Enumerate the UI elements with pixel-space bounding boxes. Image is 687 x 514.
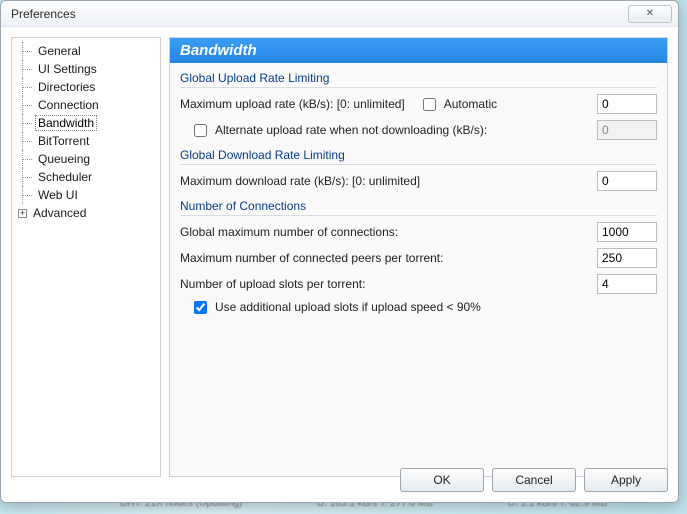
- nav-item-bandwidth[interactable]: Bandwidth: [12, 114, 160, 132]
- dialog-buttons: OK Cancel Apply: [400, 468, 668, 492]
- nav-item-scheduler[interactable]: Scheduler: [12, 168, 160, 186]
- alt-upload-input: [597, 120, 657, 140]
- nav-label: BitTorrent: [36, 134, 91, 148]
- alt-upload-checkbox[interactable]: [194, 124, 207, 137]
- nav-item-connection[interactable]: Connection: [12, 96, 160, 114]
- max-download-label: Maximum download rate (kB/s): [0: unlimi…: [180, 174, 420, 188]
- nav-label: Advanced: [31, 206, 88, 220]
- alt-upload-text: Alternate upload rate when not downloadi…: [215, 123, 487, 137]
- dialog-body: General UI Settings Directories Connecti…: [1, 27, 678, 502]
- extra-slots-checkbox[interactable]: [194, 301, 207, 314]
- group-title-download: Global Download Rate Limiting: [180, 148, 657, 165]
- preferences-dialog: Preferences ✕ General UI Settings Direct…: [0, 0, 679, 503]
- nav-label: Queueing: [36, 152, 92, 166]
- group-title-connections: Number of Connections: [180, 199, 657, 216]
- ok-button[interactable]: OK: [400, 468, 484, 492]
- window-title: Preferences: [11, 7, 76, 21]
- upload-slots-input[interactable]: [597, 274, 657, 294]
- apply-label: Apply: [611, 473, 641, 487]
- max-upload-input[interactable]: [597, 94, 657, 114]
- tree-branch-icon: [18, 186, 36, 204]
- tree-branch-icon: [18, 150, 36, 168]
- nav-item-advanced[interactable]: + Advanced: [12, 204, 160, 222]
- apply-button[interactable]: Apply: [584, 468, 668, 492]
- tree-branch-icon: [18, 78, 36, 96]
- nav-label: General: [36, 44, 83, 58]
- extra-slots-text: Use additional upload slots if upload sp…: [215, 300, 481, 314]
- automatic-checkbox[interactable]: [423, 98, 436, 111]
- tree-branch-icon: [18, 60, 36, 78]
- close-icon: ✕: [646, 8, 654, 19]
- nav-item-bittorrent[interactable]: BitTorrent: [12, 132, 160, 150]
- group-download: Global Download Rate Limiting Maximum do…: [180, 148, 657, 191]
- peers-per-torrent-label: Maximum number of connected peers per to…: [180, 251, 443, 265]
- panel-header: Bandwidth: [170, 38, 667, 63]
- alt-upload-checkbox-label[interactable]: Alternate upload rate when not downloadi…: [194, 123, 487, 137]
- cancel-button[interactable]: Cancel: [492, 468, 576, 492]
- nav-label: Scheduler: [36, 170, 94, 184]
- nav-item-directories[interactable]: Directories: [12, 78, 160, 96]
- extra-slots-checkbox-label[interactable]: Use additional upload slots if upload sp…: [194, 300, 481, 314]
- group-upload: Global Upload Rate Limiting Maximum uplo…: [180, 71, 657, 140]
- nav-item-web-ui[interactable]: Web UI: [12, 186, 160, 204]
- peers-per-torrent-input[interactable]: [597, 248, 657, 268]
- automatic-checkbox-label[interactable]: Automatic: [423, 97, 497, 111]
- nav-label: Web UI: [36, 188, 80, 202]
- tree-branch-icon: [18, 132, 36, 150]
- global-max-label: Global maximum number of connections:: [180, 225, 398, 239]
- expand-icon[interactable]: +: [18, 209, 27, 218]
- nav-label: Connection: [36, 98, 101, 112]
- nav-tree: General UI Settings Directories Connecti…: [11, 37, 161, 477]
- max-download-input[interactable]: [597, 171, 657, 191]
- global-max-input[interactable]: [597, 222, 657, 242]
- tree-branch-icon: [18, 42, 36, 60]
- upload-slots-label: Number of upload slots per torrent:: [180, 277, 365, 291]
- tree-branch-icon: [18, 168, 36, 186]
- tree-branch-icon: [18, 114, 36, 132]
- nav-item-queueing[interactable]: Queueing: [12, 150, 160, 168]
- close-button[interactable]: ✕: [628, 5, 672, 23]
- nav-label: UI Settings: [36, 62, 99, 76]
- group-title-upload: Global Upload Rate Limiting: [180, 71, 657, 88]
- nav-label: Directories: [36, 80, 97, 94]
- cancel-label: Cancel: [515, 473, 552, 487]
- automatic-text: Automatic: [444, 97, 497, 111]
- nav-item-ui-settings[interactable]: UI Settings: [12, 60, 160, 78]
- ok-label: OK: [433, 473, 450, 487]
- tree-branch-icon: [18, 96, 36, 114]
- max-upload-label: Maximum upload rate (kB/s): [0: unlimite…: [180, 97, 405, 111]
- settings-panel: Bandwidth Global Upload Rate Limiting Ma…: [169, 37, 668, 477]
- nav-item-general[interactable]: General: [12, 42, 160, 60]
- group-connections: Number of Connections Global maximum num…: [180, 199, 657, 314]
- nav-label: Bandwidth: [36, 116, 96, 130]
- titlebar[interactable]: Preferences ✕: [1, 1, 678, 27]
